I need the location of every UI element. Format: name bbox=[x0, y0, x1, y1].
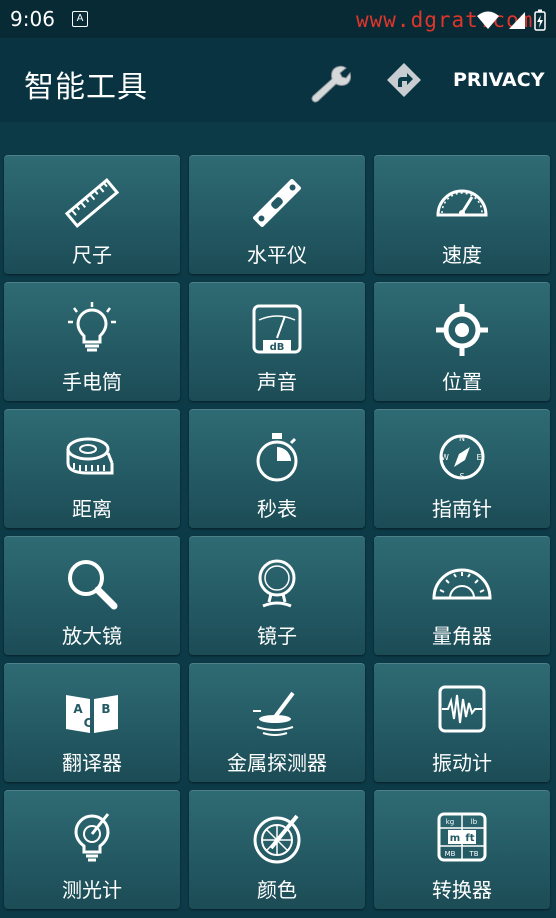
magnifier-icon bbox=[68, 560, 118, 610]
tile-metal-detector[interactable]: 金属探测器 bbox=[189, 663, 365, 782]
tile-flashlight[interactable]: 手电筒 bbox=[4, 282, 180, 401]
tile-compass[interactable]: N S W E 指南针 bbox=[374, 409, 550, 528]
light-meter-icon bbox=[74, 813, 110, 862]
tile-translator[interactable]: A B C 翻译器 bbox=[4, 663, 180, 782]
tile-label: 镜子 bbox=[257, 624, 297, 648]
translator-book-icon: A B C bbox=[66, 695, 118, 733]
tile-label: 声音 bbox=[257, 370, 297, 394]
tile-magnifier[interactable]: 放大镜 bbox=[4, 536, 180, 655]
ruler-icon bbox=[64, 178, 120, 228]
tile-label: 距离 bbox=[72, 497, 112, 521]
svg-text:E: E bbox=[476, 453, 481, 462]
app-bar: 智能工具 PRIVACY bbox=[0, 38, 556, 122]
status-bar: 9:06 A www.dgrat.com bbox=[0, 0, 556, 38]
tile-distance[interactable]: 距离 bbox=[4, 409, 180, 528]
tile-label: 速度 bbox=[442, 243, 482, 267]
mirror-icon bbox=[258, 559, 296, 608]
translator-letter-b: B bbox=[101, 702, 110, 716]
notification-icon: A bbox=[72, 11, 88, 27]
translator-letter-a: A bbox=[73, 702, 83, 716]
flashlight-bulb-icon bbox=[68, 302, 116, 352]
translator-letter-c: C bbox=[84, 716, 93, 730]
tile-light-meter[interactable]: 测光计 bbox=[4, 790, 180, 909]
unit-lb: lb bbox=[471, 818, 478, 826]
tile-level[interactable]: 水平仪 bbox=[189, 155, 365, 274]
share-icon[interactable] bbox=[384, 60, 424, 100]
battery-icon bbox=[534, 9, 546, 31]
tile-mirror[interactable]: 镜子 bbox=[189, 536, 365, 655]
unit-m: m bbox=[450, 833, 460, 844]
location-target-icon bbox=[436, 304, 488, 356]
decibel-unit: dB bbox=[270, 342, 285, 353]
compass-icon: N S W E bbox=[439, 434, 485, 481]
svg-text:S: S bbox=[459, 472, 464, 481]
tile-label: 位置 bbox=[442, 370, 482, 394]
tile-color[interactable]: 颜色 bbox=[189, 790, 365, 909]
tile-label: 翻译器 bbox=[62, 751, 122, 775]
signal-icon bbox=[509, 12, 525, 29]
status-icons bbox=[476, 9, 546, 31]
tile-label: 放大镜 bbox=[62, 624, 122, 648]
metal-detector-icon bbox=[253, 691, 295, 736]
tile-label: 水平仪 bbox=[247, 243, 307, 267]
tile-protractor[interactable]: 量角器 bbox=[374, 536, 550, 655]
svg-text:W: W bbox=[441, 453, 449, 462]
tile-ruler[interactable]: 尺子 bbox=[4, 155, 180, 274]
tile-label: 金属探测器 bbox=[227, 751, 327, 775]
tile-label: 转换器 bbox=[432, 878, 492, 902]
tile-label: 指南针 bbox=[432, 497, 492, 521]
tile-label: 手电筒 bbox=[62, 370, 122, 394]
stopwatch-icon bbox=[256, 433, 298, 482]
tile-location[interactable]: 位置 bbox=[374, 282, 550, 401]
tile-label: 测光计 bbox=[62, 878, 122, 902]
tile-label: 振动计 bbox=[432, 751, 492, 775]
tape-measure-icon bbox=[66, 437, 114, 475]
tile-converter[interactable]: kg lb m ft MB TB 转换器 bbox=[374, 790, 550, 909]
tile-speed[interactable]: 速度 bbox=[374, 155, 550, 274]
unit-mb: MB bbox=[445, 850, 456, 858]
tile-label: 尺子 bbox=[72, 243, 112, 267]
unit-kg: kg bbox=[446, 818, 455, 826]
tile-label: 量角器 bbox=[432, 624, 492, 648]
vibration-meter-icon bbox=[438, 685, 486, 733]
tile-vibration[interactable]: 振动计 bbox=[374, 663, 550, 782]
tile-label: 秒表 bbox=[257, 497, 297, 521]
wrench-icon[interactable] bbox=[305, 60, 353, 108]
app-title: 智能工具 bbox=[24, 70, 148, 105]
tile-stopwatch[interactable]: 秒表 bbox=[189, 409, 365, 528]
tile-sound[interactable]: dB 声音 bbox=[189, 282, 365, 401]
level-icon bbox=[253, 179, 301, 227]
color-wheel-icon bbox=[253, 814, 301, 864]
unit-ft: ft bbox=[465, 833, 474, 844]
unit-tb: TB bbox=[468, 850, 478, 858]
privacy-button[interactable]: PRIVACY bbox=[453, 69, 544, 91]
status-time: 9:06 bbox=[10, 7, 55, 31]
speedometer-icon bbox=[436, 189, 488, 217]
unit-converter-icon: kg lb m ft MB TB bbox=[437, 812, 487, 862]
wifi-icon bbox=[477, 11, 499, 29]
protractor-icon bbox=[432, 568, 492, 600]
svg-text:N: N bbox=[459, 434, 465, 443]
decibel-meter-icon: dB bbox=[252, 304, 302, 354]
tile-label: 颜色 bbox=[257, 878, 297, 902]
